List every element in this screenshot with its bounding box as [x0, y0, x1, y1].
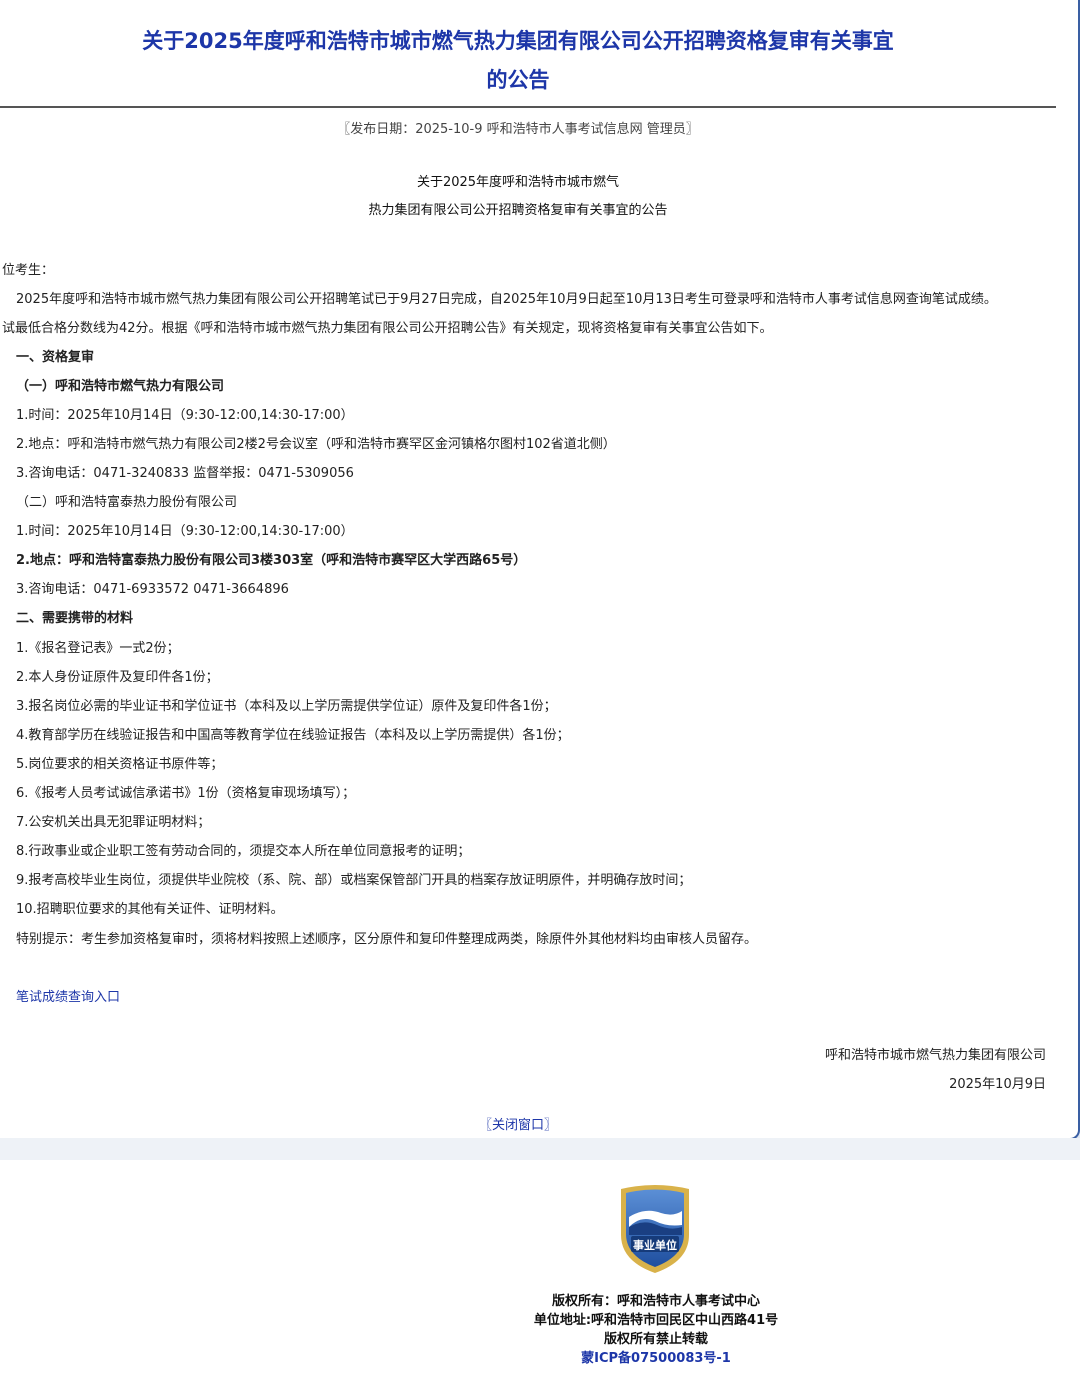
- greeting: 位考生：: [2, 263, 55, 278]
- company-2-time: 1.时间：2025年10月14日（9:30-12:00,14:30-17:00）: [16, 524, 354, 539]
- intro-paragraph-1: 2025年度呼和浩特市城市燃气热力集团有限公司公开招聘笔试已于9月27日完成，自…: [16, 292, 997, 307]
- article-subtitle: 关于2025年度呼和浩特市城市燃气 热力集团有限公司公开招聘资格复审有关事宜的公…: [0, 169, 1036, 225]
- footer-rights: 版权所有禁止转载: [603, 1332, 708, 1347]
- section-heading-materials: 二、需要携带的材料: [16, 611, 134, 626]
- announcement-card: 关于2025年度呼和浩特市城市燃气热力集团有限公司公开招聘资格复审有关事宜 的公…: [0, 0, 1080, 1140]
- company-1-place: 2.地点：呼和浩特市燃气热力有限公司2楼2号会议室（呼和浩特市赛罕区金河镇格尔图…: [16, 437, 616, 452]
- company-1-name: （一）呼和浩特市燃气热力有限公司: [16, 379, 225, 394]
- title-divider: [0, 106, 1056, 108]
- title-line-1: 关于2025年度呼和浩特市城市燃气热力集团有限公司公开招聘资格复审有关事宜: [142, 29, 894, 53]
- material-item: 3.报名岗位必需的毕业证书和学位证书（本科及以上学历需提供学位证）原件及复印件各…: [16, 699, 557, 714]
- material-item: 6.《报考人员考试诚信承诺书》1份（资格复审现场填写）；: [16, 786, 356, 801]
- company-1-time: 1.时间：2025年10月14日（9:30-12:00,14:30-17:00）: [16, 408, 354, 423]
- subtitle-line-1: 关于2025年度呼和浩特市城市燃气: [416, 175, 620, 190]
- material-item: 5.岗位要求的相关资格证书原件等；: [16, 757, 224, 772]
- close-window-link[interactable]: 〖关闭窗口〗: [0, 1114, 1036, 1133]
- page-title: 关于2025年度呼和浩特市城市燃气热力集团有限公司公开招聘资格复审有关事宜 的公…: [0, 22, 1036, 100]
- score-query-link[interactable]: 笔试成绩查询入口: [16, 986, 120, 1005]
- material-item: 4.教育部学历在线验证报告和中国高等教育学位在线验证报告（本科及以上学历需提供）…: [16, 728, 570, 743]
- footer-address: 单位地址:呼和浩特市回民区中山西路41号: [533, 1313, 779, 1328]
- intro-paragraph-2: 试最低合格分数线为42分。根据《呼和浩特市城市燃气热力集团有限公司公开招聘公告》…: [2, 321, 773, 336]
- material-item: 2.本人身份证原件及复印件各1份；: [16, 670, 219, 685]
- material-item: 1.《报名登记表》一式2份；: [16, 641, 180, 656]
- signature-date: 2025年10月9日: [949, 1077, 1046, 1092]
- footer-copyright: 版权所有：呼和浩特市人事考试中心: [551, 1294, 760, 1309]
- material-item: 10.招聘职位要求的其他有关证件、证明材料。: [16, 902, 284, 917]
- company-2-name: （二）呼和浩特富泰热力股份有限公司: [16, 495, 238, 510]
- logo-text: 事业单位: [633, 1238, 677, 1252]
- special-note: 特别提示：考生参加资格复审时，须将材料按照上述顺序，区分原件和复印件整理成两类，…: [16, 932, 758, 947]
- title-line-2: 的公告: [486, 68, 550, 92]
- footer-divider-band: [0, 1138, 1080, 1160]
- material-item: 8.行政事业或企业职工签有劳动合同的，须提交本人所在单位同意报考的证明；: [16, 844, 471, 859]
- signature-org: 呼和浩特市城市燃气热力集团有限公司: [824, 1048, 1046, 1063]
- subtitle-line-2: 热力集团有限公司公开招聘资格复审有关事宜的公告: [368, 203, 668, 218]
- company-2-phone: 3.咨询电话：0471-6933572 0471-3664896: [16, 582, 289, 597]
- section-heading-review: 一、资格复审: [16, 350, 95, 365]
- publish-meta: 〖发布日期：2025-10-9 呼和浩特市人事考试信息网 管理员〗: [337, 122, 699, 137]
- material-item: 7.公安机关出具无犯罪证明材料；: [16, 815, 211, 830]
- material-item: 9.报考高校毕业生岗位，须提供毕业院校（系、院、部）或档案保管部门开具的档案存放…: [16, 873, 692, 888]
- footer-icp-link[interactable]: 蒙ICP备07500083号-1: [480, 1347, 832, 1366]
- company-2-place: 2.地点：呼和浩特富泰热力股份有限公司3楼303室（呼和浩特市赛罕区大学西路65…: [16, 553, 527, 568]
- company-1-phone: 3.咨询电话：0471-3240833 监督举报：0471-5309056: [16, 466, 354, 481]
- public-institution-logo: 事业单位: [621, 1185, 689, 1273]
